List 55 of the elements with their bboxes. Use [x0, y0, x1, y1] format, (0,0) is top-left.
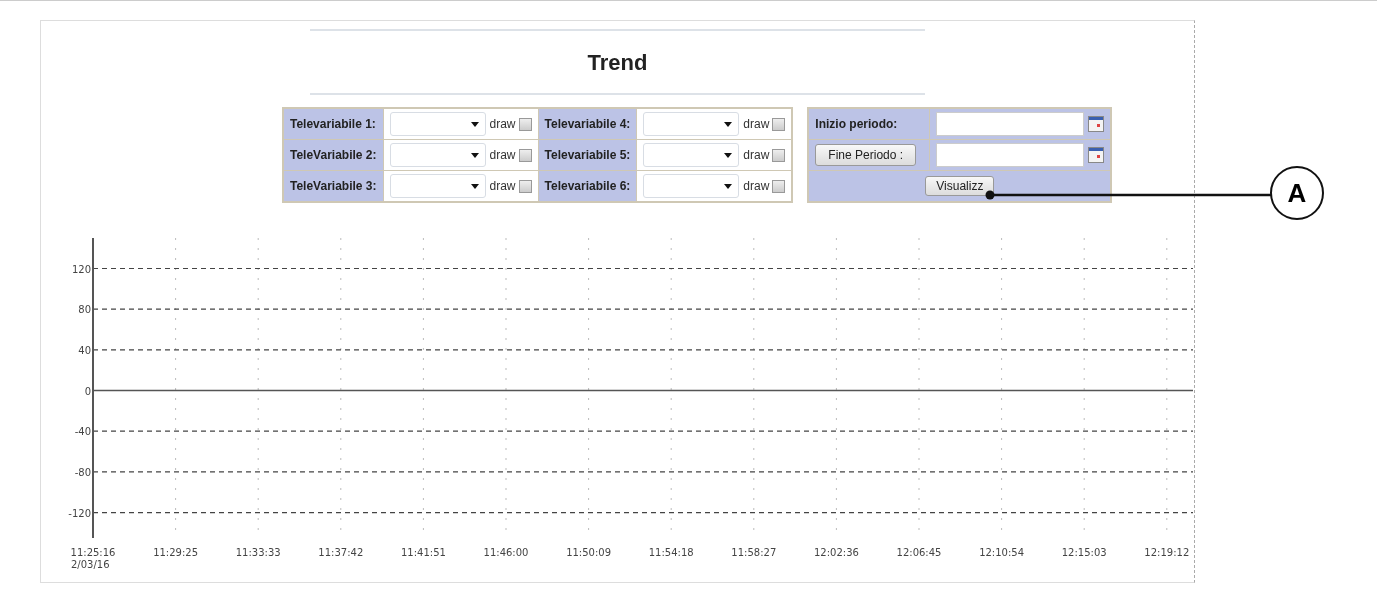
draw-label: draw	[743, 179, 770, 193]
variable-label: Televariabile 6:	[544, 179, 631, 193]
y-tick-label: 0	[84, 385, 91, 397]
variable-label: Televariabile 4:	[544, 117, 631, 131]
caret-icon	[724, 122, 733, 127]
draw-label: draw	[743, 117, 770, 131]
variable-label: Televariabile 1:	[290, 117, 376, 131]
x-tick-label: 11:41:51	[400, 547, 446, 558]
variable-label: Televariabile 5:	[544, 148, 631, 162]
y-tick-label: 120	[71, 263, 91, 275]
end-period-button[interactable]: Fine Periodo :	[815, 144, 917, 166]
y-tick-label: 40	[78, 344, 91, 356]
draw-checkbox[interactable]	[772, 148, 786, 162]
x-tick-label: 11:50:09	[566, 547, 612, 558]
y-tick-label: 80	[78, 304, 91, 316]
end-date-field[interactable]	[936, 143, 1085, 167]
y-tick-label: -80	[74, 466, 91, 478]
callout-label: A	[1270, 166, 1324, 220]
x-tick-label: 11:33:33	[235, 547, 281, 558]
view-button[interactable]: Visualizz	[925, 176, 995, 196]
x-tick-label: 12:02:36	[813, 547, 859, 558]
caret-icon	[470, 122, 479, 127]
variable-label: TeleVariabile 2:	[290, 148, 377, 162]
draw-label: draw	[743, 148, 770, 162]
draw-checkbox[interactable]	[772, 179, 786, 193]
page-title: Trend	[586, 49, 649, 77]
caret-icon	[724, 184, 733, 189]
draw-label: draw	[489, 179, 516, 193]
draw-checkbox[interactable]	[518, 179, 532, 193]
draw-checkbox[interactable]	[518, 148, 532, 162]
caret-icon	[470, 184, 479, 189]
draw-checkbox[interactable]	[772, 117, 786, 131]
x-tick-label: 11:54:18	[648, 547, 694, 558]
calendar-icon[interactable]	[1088, 116, 1105, 132]
caret-icon	[470, 153, 479, 158]
caret-icon	[724, 153, 733, 158]
x-date-label: 2/03/16	[71, 559, 110, 570]
draw-label: draw	[489, 117, 516, 131]
x-tick-label: 11:46:00	[483, 547, 529, 558]
x-tick-label: 12:19:12	[1144, 547, 1190, 558]
calendar-icon[interactable]	[1088, 147, 1105, 163]
start-date-label: Inizio periodo:	[815, 117, 898, 131]
x-tick-label: 12:15:03	[1061, 547, 1107, 558]
x-tick-label: 12:06:45	[896, 547, 942, 558]
variable-label: TeleVariabile 3:	[290, 179, 377, 193]
x-tick-label: 11:37:42	[318, 547, 364, 558]
x-tick-label: 12:10:54	[979, 547, 1025, 558]
x-tick-label: 11:58:27	[731, 547, 777, 558]
draw-label: draw	[489, 148, 516, 162]
y-tick-label: -120	[68, 507, 91, 519]
y-tick-label: -40	[74, 426, 91, 438]
start-date-field[interactable]	[936, 112, 1085, 136]
x-tick-label: 11:25:16	[70, 547, 116, 558]
x-tick-label: 11:29:25	[153, 547, 199, 558]
draw-checkbox[interactable]	[518, 117, 532, 131]
